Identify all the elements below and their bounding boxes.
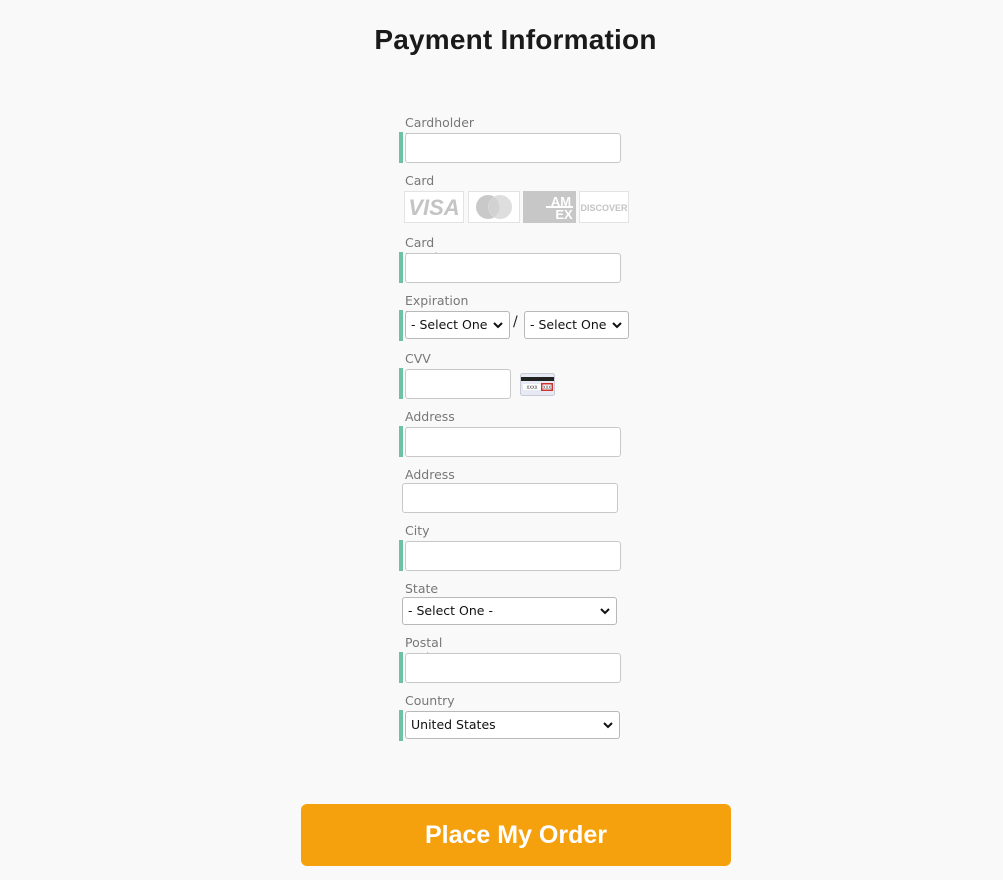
- required-indicator: [399, 652, 403, 683]
- mastercard-icon[interactable]: [468, 191, 520, 223]
- address2-input[interactable]: [402, 483, 618, 513]
- required-indicator: [399, 132, 403, 163]
- country-label: Country: [405, 693, 455, 708]
- state-value: - Select One -: [408, 603, 493, 618]
- discover-logo-text: DISCOVER: [580, 203, 628, 213]
- address1-input[interactable]: [405, 427, 621, 457]
- required-indicator: [399, 540, 403, 571]
- required-indicator: [399, 310, 403, 341]
- city-label: City: [405, 523, 430, 538]
- amex-card-icon[interactable]: AM EX: [523, 191, 576, 223]
- svg-text:EX: EX: [555, 207, 573, 222]
- visa-card-icon[interactable]: VISA: [404, 191, 464, 223]
- chevron-down-icon: [612, 322, 622, 329]
- country-select[interactable]: United States: [405, 711, 620, 739]
- cardholder-name-input[interactable]: [405, 133, 621, 163]
- expiration-separator: /: [513, 314, 518, 330]
- discover-card-icon[interactable]: DISCOVER: [579, 191, 629, 223]
- required-indicator: [399, 368, 403, 399]
- chevron-down-icon: [493, 322, 503, 329]
- card-back-cvv-icon: XXXX XXX: [520, 373, 555, 397]
- postal-code-input[interactable]: [405, 653, 621, 683]
- expiration-year-select[interactable]: - Select One: [524, 311, 629, 339]
- card-number-input[interactable]: [405, 253, 621, 283]
- expiration-month-select[interactable]: - Select One: [405, 311, 510, 339]
- page-title: Payment Information: [374, 24, 657, 55]
- cvv-label: CVV: [405, 351, 431, 366]
- required-indicator: [399, 252, 403, 283]
- svg-text:XXXX: XXXX: [527, 385, 538, 390]
- expiration-month-value: - Select One: [411, 317, 488, 332]
- place-order-button[interactable]: Place My Order: [301, 804, 731, 866]
- payment-page: Payment Information Cardholder Name Card…: [0, 0, 1003, 880]
- chevron-down-icon: [603, 722, 613, 729]
- city-input[interactable]: [405, 541, 621, 571]
- expiration-year-value: - Select One: [530, 317, 607, 332]
- country-value: United States: [411, 717, 496, 732]
- cvv-input[interactable]: [405, 369, 511, 399]
- svg-text:XXX: XXX: [543, 385, 551, 390]
- required-indicator: [399, 426, 403, 457]
- state-label: State: [405, 581, 439, 596]
- required-indicator: [399, 710, 403, 741]
- chevron-down-icon: [600, 608, 610, 615]
- visa-logo-text: VISA: [408, 195, 459, 220]
- state-select[interactable]: - Select One -: [402, 597, 617, 625]
